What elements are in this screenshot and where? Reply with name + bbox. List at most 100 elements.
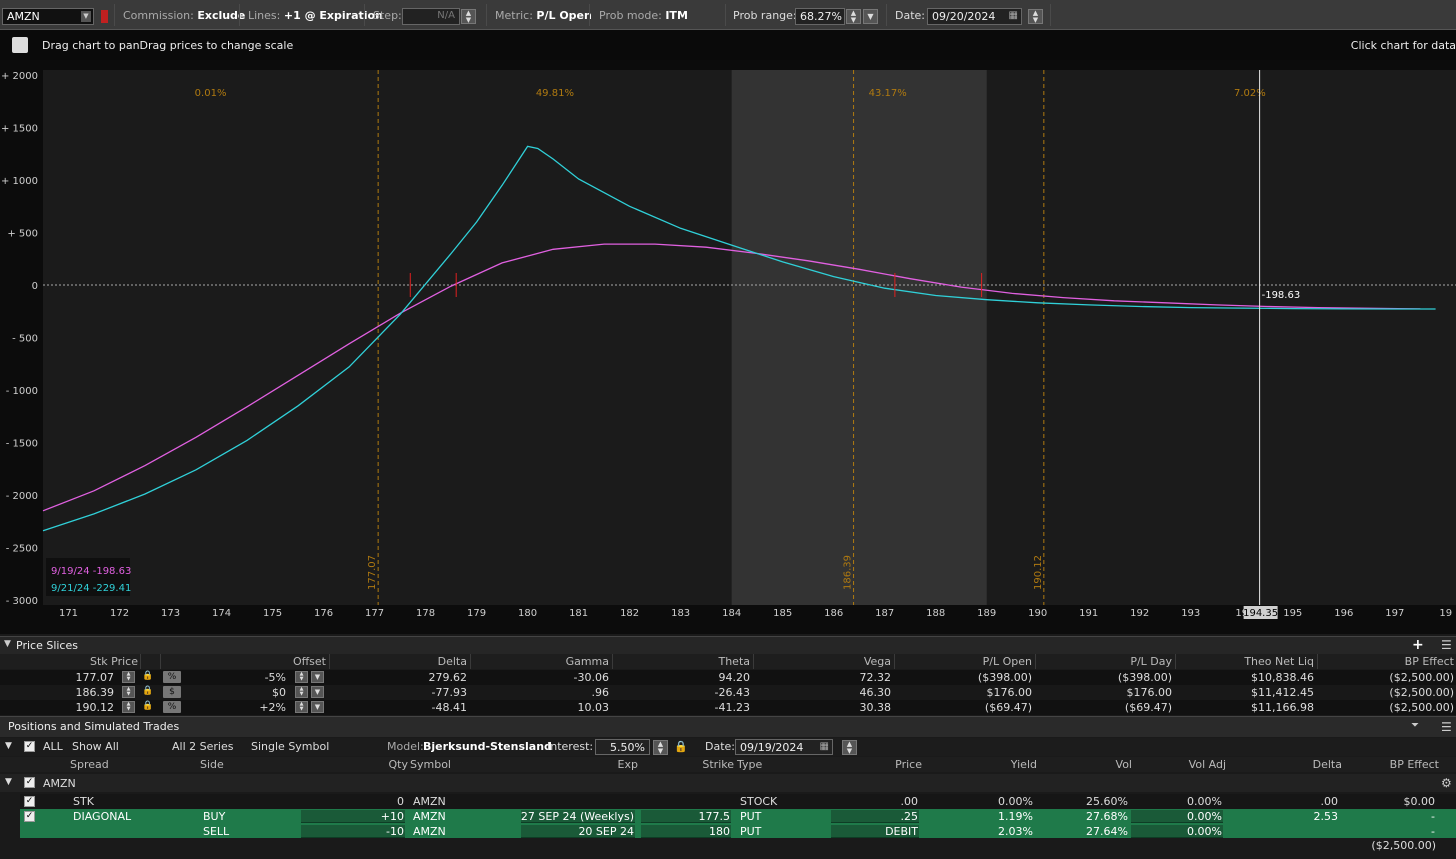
- row-checkbox[interactable]: ✓: [24, 811, 35, 822]
- all-label: ALL: [43, 740, 63, 753]
- header-vega: Vega: [863, 655, 891, 668]
- offset-unit-button[interactable]: $: [163, 686, 181, 698]
- price-slices-bar[interactable]: ▼ Price Slices + ☰: [0, 636, 1456, 654]
- offset-dropdown[interactable]: ▼: [311, 686, 324, 698]
- row-checkbox[interactable]: ✓: [24, 796, 35, 807]
- positions-toolbar: ▼ ✓ ALL Show All All 2 Series Single Sym…: [0, 738, 1456, 756]
- x-tick-label: 171: [59, 608, 78, 619]
- symbol-input[interactable]: AMZN ▼: [2, 8, 94, 25]
- group-checkbox[interactable]: ✓: [24, 777, 35, 788]
- calendar-icon[interactable]: ▦: [1009, 10, 1018, 21]
- symbol-mode-select[interactable]: Single Symbol: [251, 740, 329, 753]
- interest-stepper[interactable]: ▲ ▼: [653, 740, 668, 755]
- slice-bp: ($2,500.00): [1389, 671, 1454, 684]
- stk-price[interactable]: 177.07: [14, 671, 115, 684]
- chevron-down-icon[interactable]: ▼: [4, 639, 11, 649]
- x-tick-label: 173: [161, 608, 180, 619]
- gear-icon[interactable]: ⚙: [1441, 776, 1452, 790]
- pos-header-qty: Qty: [388, 758, 408, 771]
- x-tick-label: 197: [1385, 608, 1404, 619]
- position-row[interactable]: ✓ DIAGONAL BUY +10 AMZN 27 SEP 24 (Weeklys) 17…: [20, 809, 1456, 824]
- stk-price-stepper[interactable]: ▲ ▼: [122, 701, 135, 713]
- slice-theta: -41.23: [714, 701, 750, 714]
- interest-input[interactable]: 5.50%: [595, 739, 650, 755]
- offset-dropdown[interactable]: ▼: [311, 671, 324, 683]
- price-slice-row[interactable]: 190.12 ▲ ▼ 🔒% +2% ▲ ▼ ▼ -48.41 10.03 -41.23 30.38 ($…: [0, 700, 1456, 715]
- group-row[interactable]: ▼ ✓ AMZN ⚙: [0, 774, 1456, 792]
- offset-value[interactable]: +2%: [186, 701, 286, 714]
- stk-price-stepper[interactable]: ▲ ▼: [122, 671, 135, 683]
- x-tick-label: 184: [722, 608, 741, 619]
- show-all-select[interactable]: Show All: [72, 740, 119, 753]
- header-theta: Theta: [718, 655, 750, 668]
- pos-date-stepper[interactable]: ▲ ▼: [842, 740, 857, 755]
- step-stepper[interactable]: ▲ ▼: [461, 9, 476, 24]
- column-divider: [894, 654, 895, 669]
- x-tick-label: 175: [263, 608, 282, 619]
- lock-icon[interactable]: 🔒: [142, 686, 153, 696]
- offset-unit-button[interactable]: %: [163, 671, 181, 683]
- chevron-down-icon[interactable]: ▼: [5, 777, 12, 787]
- offset-stepper[interactable]: ▲ ▼: [295, 686, 308, 698]
- offset-dropdown[interactable]: ▼: [311, 701, 324, 713]
- add-icon[interactable]: +: [1412, 637, 1424, 653]
- stk-price[interactable]: 186.39: [14, 686, 115, 699]
- prob-range-input[interactable]: 68.27%: [795, 8, 845, 25]
- position-bp: -: [1431, 810, 1435, 823]
- prob-range-dropdown[interactable]: ▼: [863, 9, 878, 24]
- x-tick-label: 187: [875, 608, 894, 619]
- position-row[interactable]: SELL -10 AMZN 20 SEP 24 180 PUT DEBIT 2.03% 27.6…: [20, 824, 1456, 839]
- offset-stepper[interactable]: ▲ ▼: [295, 671, 308, 683]
- date-stepper[interactable]: ▲ ▼: [1028, 9, 1043, 24]
- step-input[interactable]: N/A: [402, 8, 460, 25]
- lock-icon[interactable]: 🔒: [142, 701, 153, 711]
- offset-unit-button[interactable]: %: [163, 701, 181, 713]
- model-select[interactable]: Bjerksund-Stensland: [423, 740, 552, 753]
- positions-bar[interactable]: Positions and Simulated Trades ⏷ ☰: [0, 716, 1456, 737]
- offset-stepper[interactable]: ▲ ▼: [295, 701, 308, 713]
- position-qty: 0: [397, 795, 404, 808]
- risk-profile-chart[interactable]: 171 172 173 174 175 176 177 178 179 180 181 182 183 1…: [0, 60, 1456, 634]
- chart-icon[interactable]: [12, 37, 28, 53]
- lines-setting[interactable]: Lines: +1 @ Expiration: [248, 9, 383, 22]
- x-tick-label: 178: [416, 608, 435, 619]
- chevron-down-icon[interactable]: ▼: [5, 741, 12, 751]
- lock-icon[interactable]: 🔒: [674, 740, 688, 753]
- header-delta: Delta: [437, 655, 467, 668]
- collapse-icon[interactable]: ⏷: [1411, 720, 1419, 731]
- header-stk-price: Stk Price: [90, 655, 138, 668]
- calendar-icon[interactable]: ▦: [820, 741, 829, 752]
- position-strike: 180: [709, 825, 730, 838]
- commission-label: Commission:: [123, 9, 194, 22]
- position-price: DEBIT: [885, 825, 918, 838]
- model-label: Model:: [387, 740, 424, 753]
- price-slice-row[interactable]: 177.07 ▲ ▼ 🔒% -5% ▲ ▼ ▼ 279.62 -30.06 94.20 72.32 ($…: [0, 670, 1456, 685]
- pos-date-value: 09/19/2024: [740, 741, 804, 754]
- metric-setting[interactable]: Metric: P/L Open: [495, 9, 592, 22]
- slice-theta: 94.20: [718, 671, 751, 684]
- probability-label: 49.81%: [536, 88, 574, 99]
- pos-date-input[interactable]: 09/19/2024 ▦: [735, 739, 833, 755]
- stk-price-stepper[interactable]: ▲ ▼: [122, 686, 135, 698]
- slice-pl-day: $176.00: [1126, 686, 1173, 699]
- all-checkbox[interactable]: ✓: [24, 741, 35, 752]
- prob-range-stepper[interactable]: ▲ ▼: [846, 9, 861, 24]
- prob-mode-setting[interactable]: Prob mode: ITM: [599, 9, 688, 22]
- column-divider: [1317, 654, 1318, 669]
- price-slice-row[interactable]: 186.39 ▲ ▼ 🔒 $ $0 ▲ ▼ ▼ -77.93.96 -26.43 46.30 $176.…: [0, 685, 1456, 700]
- offset-value[interactable]: -5%: [186, 671, 286, 684]
- pos-header-vol: Vol: [1115, 758, 1132, 771]
- position-row[interactable]: ✓ STK 0 AMZN STOCK .00 0.00% 25.60% 0.00% .00 $0.0…: [20, 794, 1456, 809]
- commission-setting[interactable]: Commission: Exclude: [123, 9, 245, 22]
- stk-price[interactable]: 190.12: [14, 701, 115, 714]
- lock-icon[interactable]: 🔒: [142, 671, 153, 681]
- pos-header-price: Price: [895, 758, 922, 771]
- offset-value[interactable]: $0: [186, 686, 286, 699]
- column-divider: [612, 654, 613, 669]
- chevron-down-icon[interactable]: ▼: [81, 11, 91, 22]
- series-select[interactable]: All 2 Series: [172, 740, 233, 753]
- date-input[interactable]: 09/20/2024 ▦: [927, 8, 1022, 25]
- menu-icon[interactable]: ☰: [1441, 720, 1452, 734]
- menu-icon[interactable]: ☰: [1441, 638, 1452, 652]
- position-price: .25: [900, 810, 919, 823]
